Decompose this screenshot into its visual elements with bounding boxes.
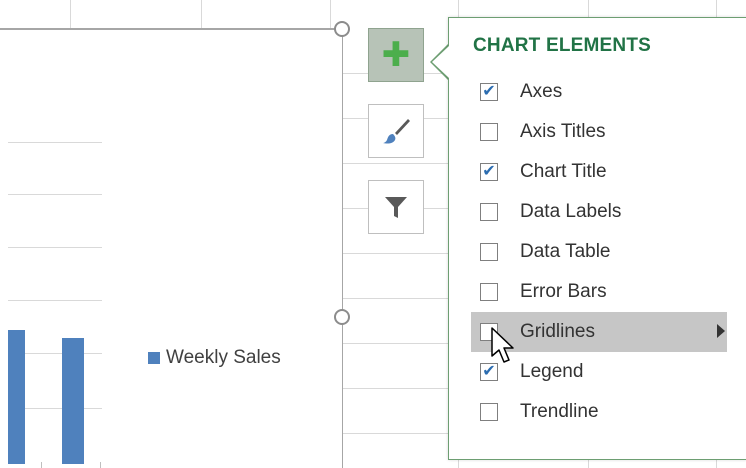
item-label: Axis Titles — [520, 121, 606, 142]
checkbox[interactable]: ✔ — [480, 163, 498, 181]
checkbox[interactable]: ✔ — [480, 83, 498, 101]
check-icon: ✔ — [482, 363, 496, 380]
chart-element-error-bars[interactable]: Error Bars — [471, 272, 727, 312]
plus-icon: ✚ — [381, 36, 411, 74]
chart-element-axis-titles[interactable]: Axis Titles — [471, 112, 727, 152]
chart-elements-button[interactable]: ✚ — [368, 28, 424, 82]
chart-elements-list: ✔ Axes Axis Titles ✔ Chart Title Data La… — [471, 72, 727, 432]
filter-icon — [385, 197, 407, 218]
mouse-cursor-icon — [491, 327, 514, 363]
chart-gridline — [8, 142, 102, 143]
chart-element-trendline[interactable]: Trendline — [471, 392, 727, 432]
item-label: Chart Title — [520, 161, 607, 182]
chart-gridline — [8, 247, 102, 248]
submenu-arrow-icon[interactable] — [717, 324, 725, 338]
chart-element-data-table[interactable]: Data Table — [471, 232, 727, 272]
chart-element-data-labels[interactable]: Data Labels — [471, 192, 727, 232]
chart-elements-panel: CHART ELEMENTS ✔ Axes Axis Titles ✔ Char… — [448, 17, 746, 460]
item-label: Trendline — [520, 401, 599, 422]
item-label: Data Table — [520, 241, 611, 262]
chart-styles-button[interactable] — [368, 104, 424, 158]
panel-title: CHART ELEMENTS — [473, 35, 652, 56]
axis-tick — [41, 462, 42, 468]
chart-element-chart-title[interactable]: ✔ Chart Title — [471, 152, 727, 192]
item-label: Gridlines — [520, 321, 595, 342]
item-label: Axes — [520, 81, 563, 102]
chart-area[interactable] — [0, 28, 343, 468]
item-label: Data Labels — [520, 201, 622, 222]
checkbox[interactable] — [480, 403, 498, 421]
panel-pointer — [432, 46, 449, 78]
legend-swatch — [148, 352, 160, 364]
check-icon: ✔ — [482, 163, 496, 180]
chart-gridline — [8, 300, 102, 301]
chart-gridline — [8, 194, 102, 195]
chart-legend[interactable]: Weekly Sales — [148, 347, 281, 369]
chart-bar[interactable] — [62, 338, 84, 464]
chart-border-right — [342, 30, 343, 468]
chart-border-top — [0, 28, 343, 30]
check-icon: ✔ — [482, 83, 496, 100]
paintbrush-icon — [383, 119, 410, 144]
checkbox[interactable] — [480, 123, 498, 141]
chart-element-axes[interactable]: ✔ Axes — [471, 72, 727, 112]
axis-tick — [100, 462, 101, 468]
chart-filters-button[interactable] — [368, 180, 424, 234]
chart-bar[interactable] — [8, 330, 25, 464]
resize-handle-top-right[interactable] — [334, 21, 350, 37]
resize-handle-right[interactable] — [334, 309, 350, 325]
checkbox[interactable] — [480, 283, 498, 301]
item-label: Legend — [520, 361, 584, 382]
item-label: Error Bars — [520, 281, 607, 302]
checkbox[interactable] — [480, 203, 498, 221]
legend-label: Weekly Sales — [166, 347, 281, 368]
checkbox[interactable] — [480, 243, 498, 261]
